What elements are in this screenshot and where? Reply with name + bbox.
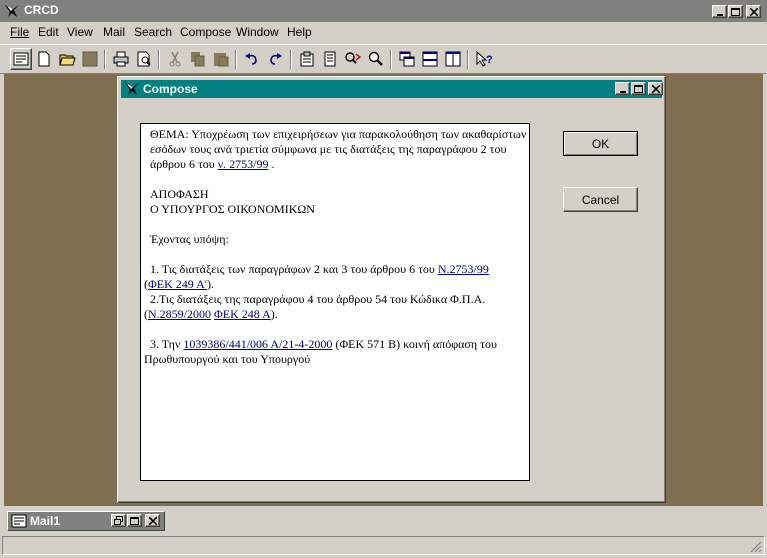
context-help-icon[interactable]: ? bbox=[473, 48, 495, 70]
open-folder-icon[interactable] bbox=[56, 48, 78, 70]
decision-heading: ΑΠΟΦΑΣΗ bbox=[150, 187, 209, 201]
search-icon[interactable] bbox=[365, 48, 387, 70]
ok-button[interactable]: OK bbox=[563, 131, 638, 156]
toolbar-separator bbox=[158, 49, 160, 69]
svg-text:?: ? bbox=[486, 54, 493, 66]
law-link[interactable]: ν. 2753/99 bbox=[218, 157, 269, 171]
mail1-title: Mail1 bbox=[30, 514, 61, 528]
minimize-icon[interactable] bbox=[712, 5, 727, 18]
toolbar: ? bbox=[0, 44, 767, 74]
app-logo-icon[interactable] bbox=[4, 3, 20, 19]
restore-icon[interactable] bbox=[111, 514, 126, 527]
notes-icon[interactable] bbox=[319, 48, 341, 70]
new-document-icon[interactable] bbox=[33, 48, 55, 70]
maximize-icon[interactable] bbox=[728, 5, 743, 18]
toolbar-separator bbox=[467, 49, 469, 69]
print-icon[interactable] bbox=[110, 48, 132, 70]
undo-icon[interactable] bbox=[241, 48, 263, 70]
copy-icon[interactable] bbox=[187, 48, 209, 70]
save-icon[interactable] bbox=[79, 48, 101, 70]
mail1-minimized-window[interactable]: Mail1 bbox=[7, 511, 165, 531]
menu-view[interactable]: View bbox=[67, 25, 93, 39]
cancel-button[interactable]: Cancel bbox=[563, 187, 638, 212]
menu-window[interactable]: Window bbox=[236, 25, 279, 39]
decision-link[interactable]: 1039386/441/006 Α/21-4-2000 bbox=[183, 337, 332, 351]
item-1-close: ). bbox=[206, 277, 214, 291]
redo-icon[interactable] bbox=[264, 48, 286, 70]
law-link[interactable]: Ν.2859/2000 bbox=[148, 307, 211, 321]
print-preview-icon[interactable] bbox=[133, 48, 155, 70]
find-replace-icon[interactable] bbox=[342, 48, 364, 70]
app-title: CRCD bbox=[24, 3, 59, 17]
subject-paragraph: ΘΕΜΑ: Υποχρέωση των επιχειρήσεων για παρ… bbox=[144, 127, 529, 172]
close-icon[interactable] bbox=[746, 5, 761, 18]
menu-bar: File Edit View Mail Search Compose Windo… bbox=[0, 22, 767, 42]
toolbar-separator bbox=[104, 49, 106, 69]
law-link[interactable]: Ν.2753/99 bbox=[438, 262, 489, 276]
mail-icon[interactable] bbox=[11, 514, 27, 531]
tile-horizontal-icon[interactable] bbox=[419, 48, 441, 70]
subject-end: . bbox=[268, 157, 275, 171]
item-2: 2.Τις διατάξεις της παραγράφου 4 του άρθ… bbox=[144, 292, 529, 322]
app-logo-icon[interactable] bbox=[124, 81, 140, 100]
gazette-link[interactable]: ΦΕΚ 249 Α' bbox=[148, 277, 207, 291]
toolbar-separator bbox=[235, 49, 237, 69]
toolbar-separator bbox=[390, 49, 392, 69]
status-bar bbox=[2, 536, 765, 555]
close-icon[interactable] bbox=[145, 514, 160, 527]
tile-vertical-icon[interactable] bbox=[442, 48, 464, 70]
item-1: 1. Τις διατάξεις των παραγράφων 2 και 3 … bbox=[144, 262, 529, 292]
close-icon[interactable] bbox=[648, 82, 663, 95]
document-editor[interactable]: ΘΕΜΑ: Υποχρέωση των επιχειρήσεων για παρ… bbox=[140, 123, 530, 481]
menu-search[interactable]: Search bbox=[134, 25, 172, 39]
paste-icon[interactable] bbox=[210, 48, 232, 70]
compose-titlebar[interactable]: Compose bbox=[121, 80, 663, 100]
menu-compose[interactable]: Compose bbox=[180, 25, 231, 39]
item-2-close: ). bbox=[270, 307, 278, 321]
menu-edit[interactable]: Edit bbox=[38, 25, 59, 39]
cut-icon[interactable] bbox=[164, 48, 186, 70]
menu-file[interactable]: File bbox=[10, 25, 29, 39]
menu-mail[interactable]: Mail bbox=[103, 25, 125, 39]
gazette-link[interactable]: ΦΕΚ 248 Α bbox=[214, 307, 271, 321]
menu-help[interactable]: Help bbox=[287, 25, 312, 39]
cascade-icon[interactable] bbox=[396, 48, 418, 70]
properties-icon[interactable] bbox=[296, 48, 318, 70]
app-titlebar[interactable]: CRCD bbox=[0, 0, 767, 22]
compose-title: Compose bbox=[143, 82, 198, 96]
minister-heading: Ο ΥΠΟΥΡΓΟΣ ΟΙΚΟΝΟΜΙΚΩΝ bbox=[150, 202, 315, 216]
compose-window: Compose ΘΕΜΑ: Υποχρέωση των επιχειρήσεων… bbox=[117, 76, 666, 503]
item-3: 3. Την 1039386/441/006 Α/21-4-2000 (ΦΕΚ … bbox=[144, 337, 529, 367]
text-icon[interactable] bbox=[10, 48, 32, 70]
resize-grip-icon[interactable] bbox=[750, 541, 762, 553]
minimize-icon[interactable] bbox=[615, 82, 630, 95]
subject-text: ΘΕΜΑ: Υποχρέωση των επιχειρήσεων για παρ… bbox=[150, 127, 527, 171]
having-line: Έχοντας υπόψη: bbox=[150, 232, 229, 246]
maximize-icon[interactable] bbox=[127, 514, 142, 527]
item-1-text: 1. Τις διατάξεις των παραγράφων 2 και 3 … bbox=[150, 262, 438, 276]
toolbar-separator bbox=[290, 49, 292, 69]
maximize-icon[interactable] bbox=[631, 82, 646, 95]
item-3-text: 3. Την bbox=[150, 337, 184, 351]
